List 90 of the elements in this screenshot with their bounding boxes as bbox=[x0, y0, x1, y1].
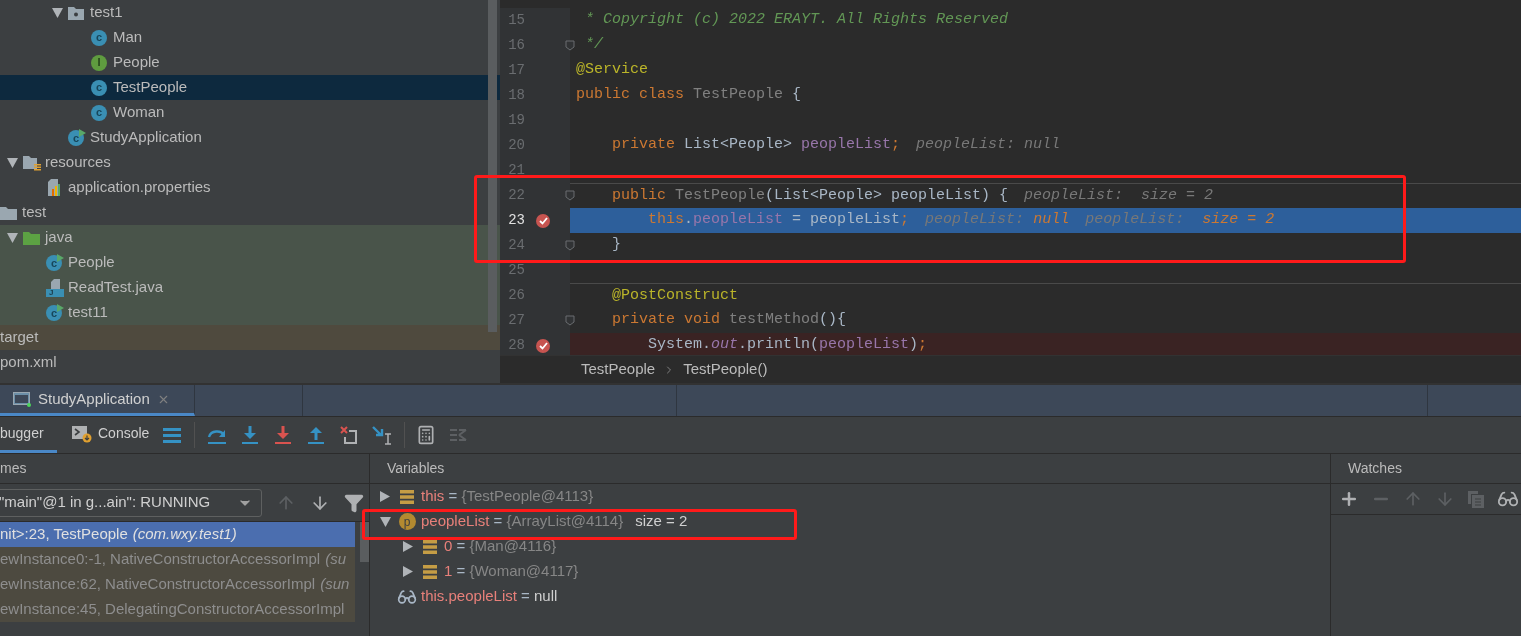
runnable-class-icon: c bbox=[46, 304, 64, 321]
thread-dropdown[interactable]: "main"@1 in g...ain": RUNNING bbox=[0, 488, 262, 517]
runnable-class-icon: c bbox=[46, 254, 64, 271]
tree-item[interactable]: target bbox=[0, 325, 500, 350]
scrollbar-thumb[interactable] bbox=[360, 522, 369, 562]
tree-item[interactable]: pom.xml bbox=[0, 350, 500, 375]
line-number: 16 bbox=[507, 36, 525, 55]
field-icon bbox=[400, 488, 414, 505]
tree-item[interactable]: c StudyApplication bbox=[0, 125, 500, 150]
tree-item[interactable]: J ReadTest.java bbox=[0, 275, 500, 300]
line-number: 24 bbox=[507, 236, 525, 255]
runnable-class-icon: c bbox=[68, 129, 86, 146]
expanded-arrow-icon[interactable] bbox=[379, 516, 391, 527]
expanded-arrow-icon[interactable] bbox=[6, 232, 18, 243]
collapsed-arrow-icon[interactable] bbox=[403, 541, 413, 552]
console-icon bbox=[72, 424, 92, 443]
fold-marker-icon[interactable] bbox=[565, 315, 575, 326]
fold-marker-icon[interactable] bbox=[565, 240, 575, 251]
package-folder-icon bbox=[68, 5, 84, 20]
tree-item[interactable]: application.properties bbox=[0, 175, 500, 200]
code-line: @Service bbox=[576, 60, 648, 81]
parameter-icon: p bbox=[398, 513, 416, 530]
line-number: 22 bbox=[507, 186, 525, 205]
folder-icon bbox=[23, 230, 40, 245]
code-line: private void testMethod(){ bbox=[611, 310, 847, 331]
expanded-arrow-icon[interactable] bbox=[6, 157, 18, 168]
tree-item[interactable]: resources bbox=[0, 150, 500, 175]
class-icon: c bbox=[91, 79, 107, 96]
tree-item[interactable]: I People bbox=[0, 50, 500, 75]
code-line: @PostConstruct bbox=[611, 285, 739, 306]
add-icon[interactable] bbox=[1339, 489, 1359, 509]
properties-file-icon bbox=[46, 179, 62, 196]
breadcrumb-item[interactable]: TestPeople() bbox=[683, 358, 768, 381]
breakpoint-icon[interactable] bbox=[535, 212, 551, 229]
resources-folder-icon bbox=[23, 154, 41, 171]
line-number: 17 bbox=[507, 61, 525, 80]
line-number: 19 bbox=[507, 111, 525, 130]
window-icon bbox=[13, 391, 31, 407]
line-number: 28 bbox=[507, 336, 525, 355]
line-number: 15 bbox=[507, 11, 525, 30]
tree-item[interactable]: c People bbox=[0, 250, 500, 275]
panel-title: Variables bbox=[387, 459, 445, 478]
code-line: */ bbox=[584, 35, 603, 56]
code-line: } bbox=[611, 235, 621, 256]
debug-tab[interactable]: Console bbox=[72, 417, 160, 453]
filter-icon[interactable] bbox=[344, 492, 364, 513]
run-to-cursor-icon[interactable] bbox=[371, 424, 394, 446]
line-number: 25 bbox=[507, 261, 525, 280]
tree-item[interactable]: c Man bbox=[0, 25, 500, 50]
panel-title: Watches bbox=[1348, 459, 1402, 478]
fold-marker-icon[interactable] bbox=[565, 40, 575, 51]
line-number: 18 bbox=[507, 86, 525, 105]
line-number: 26 bbox=[507, 286, 525, 305]
variable-entry[interactable]: this.peopleList = null bbox=[421, 585, 558, 608]
variable-entry[interactable]: this = {TestPeople@4113} bbox=[421, 485, 594, 508]
line-number: 23 bbox=[507, 211, 525, 230]
tree-item[interactable]: c Woman bbox=[0, 100, 500, 125]
code-line: this.peopleList = peopleList; peopleList: null peopleList: size = 2 bbox=[647, 210, 1275, 231]
code-line: public class TestPeople { bbox=[576, 85, 802, 106]
field-icon bbox=[423, 563, 437, 580]
code-line: * Copyright (c) 2022 ERAYT. All Rights Reserved bbox=[584, 10, 1009, 31]
tree-item[interactable]: test bbox=[0, 200, 500, 225]
line-number: 27 bbox=[507, 311, 525, 330]
interface-icon: I bbox=[91, 54, 107, 71]
fold-marker-icon[interactable] bbox=[565, 190, 575, 201]
variable-entry[interactable]: 0 = {Man@4116} bbox=[444, 535, 557, 558]
field-icon bbox=[423, 538, 437, 555]
line-number: 21 bbox=[507, 161, 525, 180]
class-icon: c bbox=[91, 104, 107, 121]
code-line: public TestPeople(List<People> peopleList) { peopleList: size = 2 bbox=[611, 185, 1214, 206]
breadcrumb-item[interactable]: TestPeople bbox=[581, 358, 656, 381]
panel-title: mes bbox=[0, 459, 27, 478]
calculator-icon[interactable] bbox=[416, 425, 437, 445]
variable-entry[interactable]: 1 = {Woman@4117} bbox=[444, 560, 579, 583]
line-number: 20 bbox=[507, 136, 525, 155]
class-icon: c bbox=[91, 29, 107, 46]
tree-item[interactable]: test1 bbox=[0, 0, 500, 25]
breakpoint-icon[interactable] bbox=[535, 337, 551, 354]
collapsed-arrow-icon[interactable] bbox=[380, 491, 390, 502]
expanded-arrow-icon[interactable] bbox=[51, 7, 63, 18]
code-line: System.out.println(peopleList); bbox=[647, 335, 928, 355]
folder-icon bbox=[0, 205, 17, 220]
scrollbar-thumb[interactable] bbox=[488, 0, 497, 332]
variable-entry[interactable]: peopleList = {ArrayList@4114} size = 2 bbox=[421, 510, 688, 533]
tree-item[interactable]: c TestPeople bbox=[0, 75, 500, 100]
code-line: private List<People> peopleList; peopleList: null bbox=[611, 135, 1061, 156]
tree-item[interactable]: java bbox=[0, 225, 500, 250]
tree-item[interactable]: c test11 bbox=[0, 300, 500, 325]
collapsed-arrow-icon[interactable] bbox=[403, 566, 413, 577]
stack-frame[interactable]: nit>:23, TestPeople (com.wxy.test1) bbox=[0, 522, 355, 547]
